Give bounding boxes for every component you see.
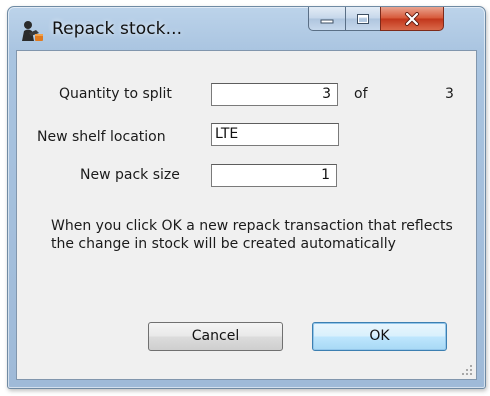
window-title: Repack stock... <box>52 19 183 39</box>
ok-button[interactable]: OK <box>312 322 447 351</box>
minimize-icon <box>320 19 334 23</box>
repack-stock-icon <box>22 21 43 41</box>
maximize-icon <box>357 13 369 24</box>
cancel-button[interactable]: Cancel <box>148 322 283 351</box>
shelf-location-input[interactable]: LTE <box>211 123 339 146</box>
quantity-label: Quantity to split <box>59 86 172 102</box>
pack-size-label: New pack size <box>80 167 180 183</box>
dialog-body: Quantity to split 3 of 3 New shelf locat… <box>16 50 477 380</box>
resize-grip-icon[interactable] <box>461 364 473 376</box>
info-message: When you click OK a new repack transacti… <box>51 218 453 252</box>
title-bar[interactable]: Repack stock... <box>8 7 485 51</box>
of-label: of <box>354 86 368 102</box>
close-icon <box>405 11 419 26</box>
pack-size-input[interactable]: 1 <box>211 164 337 187</box>
close-button[interactable] <box>380 7 444 31</box>
minimize-button[interactable] <box>308 7 346 31</box>
maximize-button[interactable] <box>345 7 381 31</box>
total-quantity: 3 <box>445 86 454 102</box>
shelf-location-label: New shelf location <box>37 129 166 145</box>
repack-dialog: Repack stock... Quantity to split 3 of 3… <box>7 6 486 389</box>
quantity-input[interactable]: 3 <box>211 83 338 106</box>
